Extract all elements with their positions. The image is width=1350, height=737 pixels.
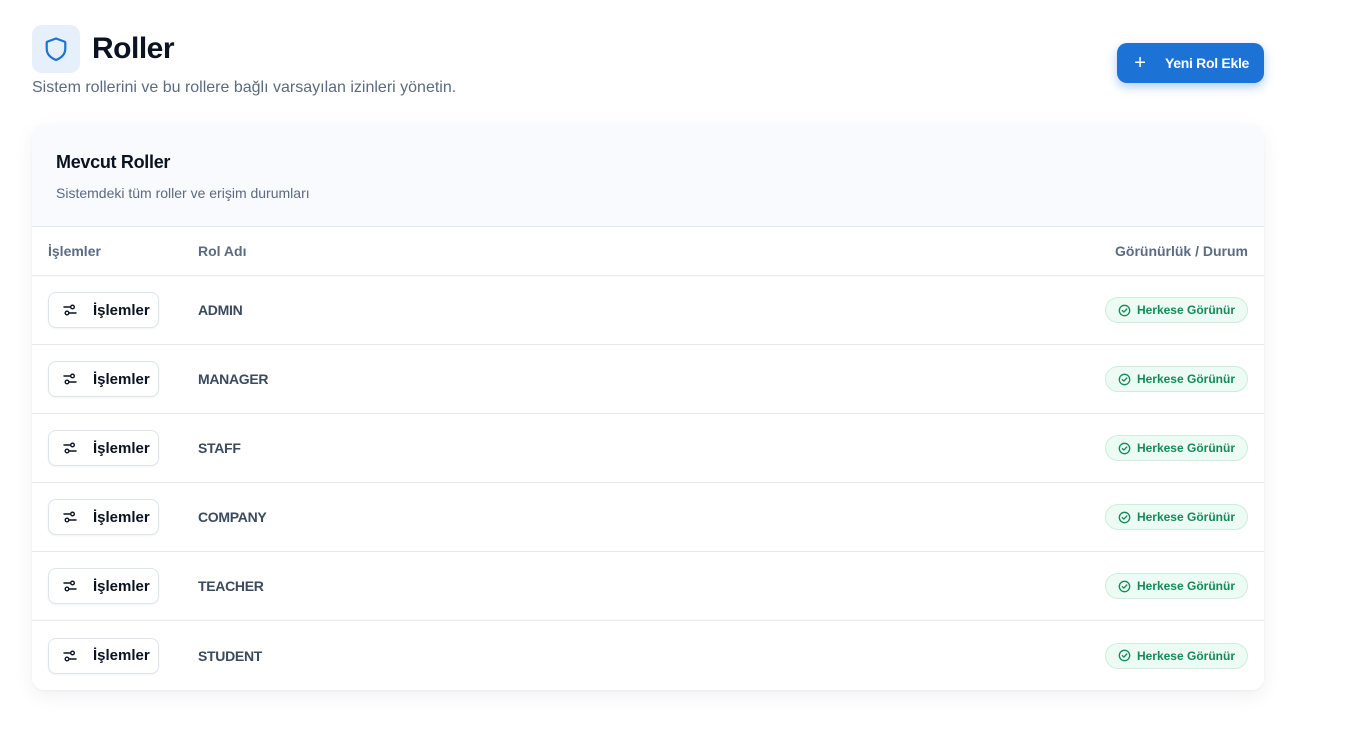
status-badge-label: Herkese Görünür (1136, 648, 1235, 663)
status-badge: Herkese Görünür (1104, 642, 1248, 669)
row-actions-label: İşlemler (93, 370, 150, 388)
card-header: Mevcut Roller Sistemdeki tüm roller ve e… (32, 125, 1264, 227)
role-name: STUDENT (198, 647, 263, 664)
sliders-icon (63, 510, 77, 524)
sliders-icon (63, 303, 77, 317)
roles-card: Mevcut Roller Sistemdeki tüm roller ve e… (32, 125, 1264, 690)
row-actions-label: İşlemler (93, 439, 150, 457)
page-subtitle: Sistem rollerini ve bu rollere bağlı var… (32, 79, 457, 96)
check-circle-icon (1118, 304, 1131, 317)
table-header: İşlemler Rol Adı Görünürlük / Durum (32, 227, 1264, 276)
status-badge: Herkese Görünür (1104, 504, 1248, 530)
row-actions-button[interactable]: İşlemler (48, 361, 159, 397)
row-actions-label: İşlemler (93, 508, 150, 526)
title-row: Roller (32, 25, 1264, 73)
card-description: Sistemdeki tüm roller ve erişim durumlar… (56, 185, 310, 201)
status-badge-label: Herkese Görünür (1136, 510, 1235, 524)
status-badge-label: Herkese Görünür (1136, 579, 1235, 593)
row-actions-button[interactable]: İşlemler (48, 568, 159, 604)
add-role-label: Yeni Rol Ekle (1165, 55, 1250, 71)
page-title: Roller (92, 32, 175, 65)
column-header-visibility: Görünürlük / Durum (1115, 243, 1248, 259)
status-badge-label: Herkese Görünür (1136, 303, 1235, 317)
add-role-button[interactable]: + Yeni Rol Ekle (1117, 43, 1264, 83)
role-name: COMPANY (198, 509, 267, 525)
table-body: İşlemler ADMIN Herkese Görünür İşlemler (32, 276, 1264, 690)
row-actions-button[interactable]: İşlemler (48, 499, 159, 535)
status-badge: Herkese Görünür (1104, 435, 1248, 461)
roles-page: Roller Sistem rollerini ve bu rollere ba… (0, 0, 1350, 737)
check-circle-icon (1118, 580, 1131, 593)
status-badge-label: Herkese Görünür (1136, 372, 1235, 386)
role-name: STAFF (198, 440, 241, 456)
check-circle-icon (1118, 442, 1131, 455)
table-row: İşlemler MANAGER Herkese Görünür (32, 345, 1264, 414)
sliders-icon (63, 649, 77, 663)
check-circle-icon (1118, 373, 1131, 386)
status-badge: Herkese Görünür (1104, 573, 1248, 599)
table-row: İşlemler STUDENT Herkese Görünür (32, 621, 1264, 690)
status-badge: Herkese Görünür (1104, 366, 1248, 392)
row-actions-button[interactable]: İşlemler (48, 430, 159, 466)
table-row: İşlemler ADMIN Herkese Görünür (32, 276, 1264, 345)
column-header-actions: İşlemler (48, 243, 101, 259)
table-row: İşlemler COMPANY Herkese Görünür (32, 483, 1264, 552)
role-name: ADMIN (198, 302, 243, 318)
role-name: TEACHER (198, 578, 264, 594)
row-actions-button[interactable]: İşlemler (48, 292, 159, 328)
shield-icon (32, 25, 80, 73)
card-title: Mevcut Roller (56, 152, 171, 172)
role-name: MANAGER (198, 371, 269, 387)
row-actions-label: İşlemler (93, 577, 150, 595)
status-badge: Herkese Görünür (1104, 297, 1248, 323)
sliders-icon (63, 372, 77, 386)
sliders-icon (63, 579, 77, 593)
check-circle-icon (1118, 649, 1131, 662)
row-actions-label: İşlemler (93, 301, 150, 319)
page-header: Roller Sistem rollerini ve bu rollere ba… (32, 25, 1264, 105)
row-actions-button[interactable]: İşlemler (48, 637, 159, 674)
sliders-icon (63, 441, 77, 455)
check-circle-icon (1118, 511, 1131, 524)
row-actions-label: İşlemler (93, 647, 150, 664)
table-row: İşlemler STAFF Herkese Görünür (32, 414, 1264, 483)
column-header-name: Rol Adı (198, 243, 247, 259)
status-badge-label: Herkese Görünür (1136, 441, 1235, 455)
plus-icon: + (1134, 52, 1146, 74)
table-row: İşlemler TEACHER Herkese Görünür (32, 552, 1264, 621)
